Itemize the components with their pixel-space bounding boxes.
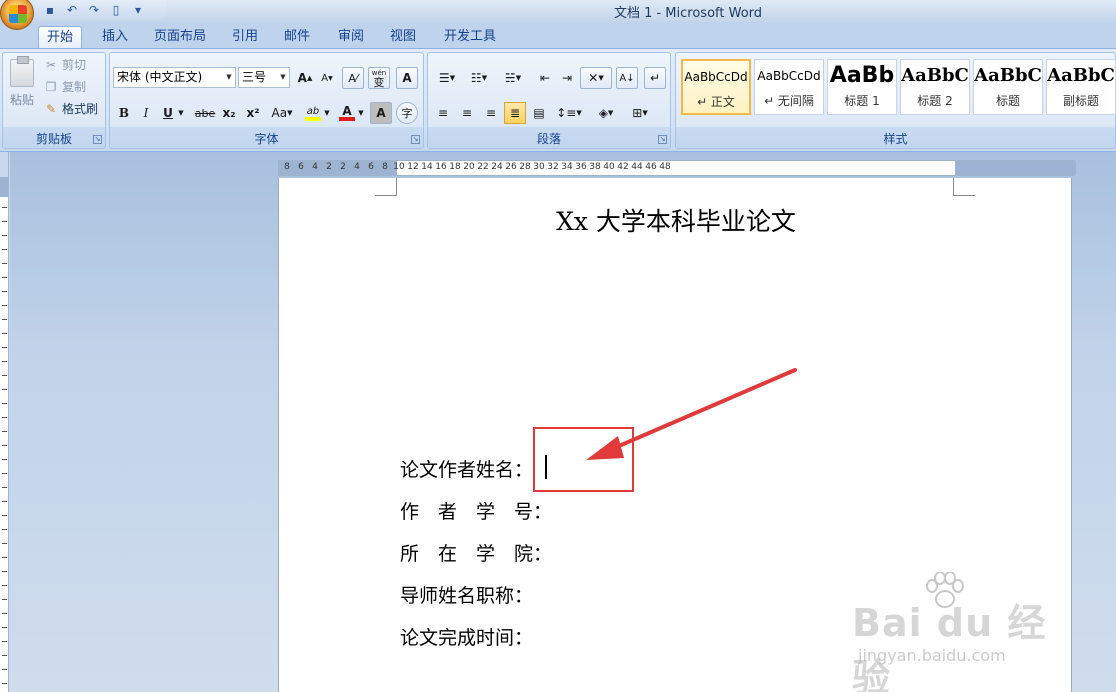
watermark-url: jingyan.baidu.com [858, 646, 1006, 665]
watermark-text: Bai du 经验 [852, 601, 1047, 692]
watermark: Bai du 经验 jingyan.baidu.com [852, 572, 1062, 692]
office-logo-icon [9, 5, 27, 23]
